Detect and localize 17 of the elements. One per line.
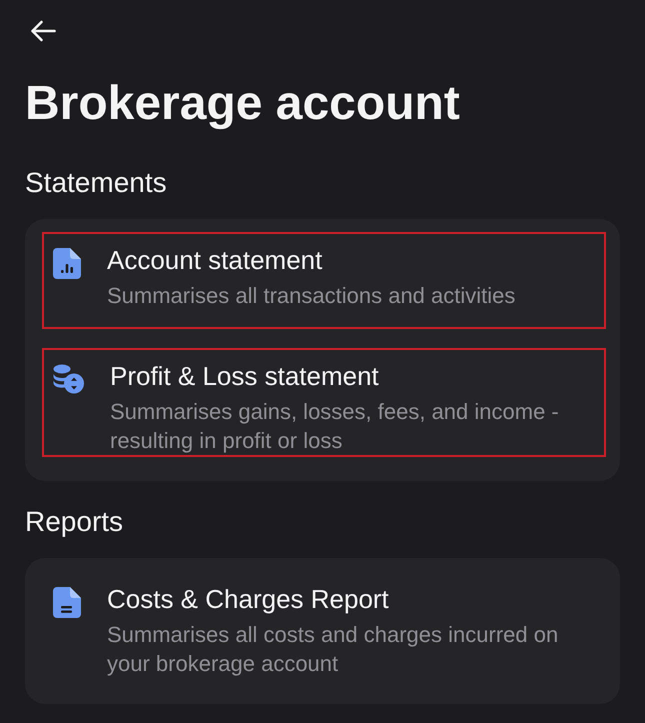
item-description: Summarises all costs and charges incurred on your brokerage account xyxy=(107,621,560,678)
statement-item[interactable]: Costs & Charges Report Summarises all costs and charges incurred on your brokerage account xyxy=(42,571,606,680)
page-title: Brokerage account xyxy=(25,76,461,132)
section-heading: Statements xyxy=(25,166,168,200)
item-title: Profit & Loss statement xyxy=(110,361,380,391)
item-description: Summarises gains, losses, fees, and income - resulting in profit or loss xyxy=(110,398,560,455)
chart-document-icon xyxy=(53,248,81,279)
document-icon xyxy=(53,587,81,618)
back-arrow-icon xyxy=(30,20,56,42)
section-heading: Reports xyxy=(25,505,124,539)
item-title: Costs & Charges Report xyxy=(107,584,390,614)
statement-item[interactable]: Account statement Summarises all transactions and activities xyxy=(42,232,606,329)
back-button[interactable] xyxy=(29,18,57,44)
statement-item[interactable]: Profit & Loss statement Summarises gains, losses, fees, and income - resulting in profit or loss xyxy=(42,348,606,457)
item-description: Summarises all transactions and activities xyxy=(107,282,516,310)
coins-icon xyxy=(53,364,84,394)
item-title: Account statement xyxy=(107,245,324,275)
